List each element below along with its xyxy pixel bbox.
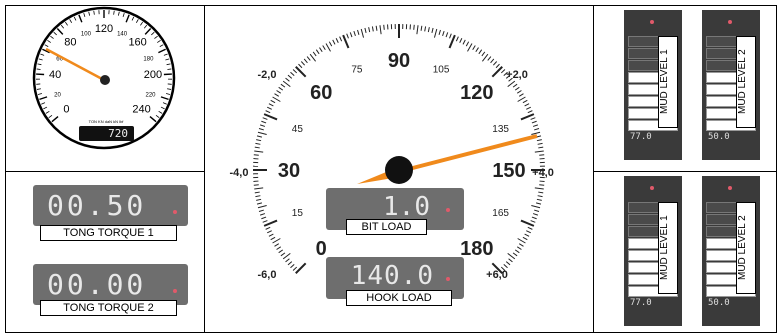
small-gauge-tick-label: 240 xyxy=(132,103,150,115)
small-gauge-tick xyxy=(36,68,41,70)
mud-level-label: MUD LEVEL 2 xyxy=(736,36,756,128)
small-gauge-tick-label: 200 xyxy=(144,69,162,81)
mud-level-panel-bottom: 77.0 MUD LEVEL 1 50.0 MUD LEVEL 2 xyxy=(593,171,777,333)
main-gauge-tick xyxy=(383,24,385,30)
small-gauge-tick-label: 20 xyxy=(54,92,61,98)
bit-load-label: BIT LOAD xyxy=(346,219,427,235)
main-gauge-scale-mark: +6,0 xyxy=(486,269,508,281)
small-gauge-tick-label: 220 xyxy=(146,92,157,98)
mud-level-indicator xyxy=(728,20,732,24)
tong-torque-2-value: 00.00 xyxy=(47,268,147,301)
small-gauge-cell: 0 20 40 60 80 100 120 140 160 180 200 220 240 TON KN… xyxy=(5,5,205,172)
tong-torque-1-indicator xyxy=(173,210,177,214)
small-gauge-tick-label: 0 xyxy=(63,103,69,115)
small-gauge-readout-value: 720 xyxy=(108,127,128,140)
tong-torque-cell: 00.50 TONG TORQUE 1 00.00 TONG TORQUE 2 xyxy=(5,171,205,333)
small-gauge-tick-label: 140 xyxy=(117,31,128,37)
main-gauge-tick-label: 60 xyxy=(310,82,332,104)
hook-load-indicator xyxy=(446,277,450,281)
tong-torque-2-display: 00.00 xyxy=(33,264,188,305)
main-gauge-tick-label: 135 xyxy=(492,124,509,135)
mud-level-panel-top: 77.0 MUD LEVEL 1 50.0 MUD LEVEL 2 xyxy=(593,5,777,172)
hook-load-label: HOOK LOAD xyxy=(346,290,452,306)
main-gauge-tick-label: 150 xyxy=(492,160,525,182)
mud-level-value: 77.0 xyxy=(630,132,652,142)
main-gauge-cell: 0 15 30 45 60 75 90 105 120 135 150 165 180 -2,0 +2,0… xyxy=(204,5,594,333)
tong-torque-2-indicator xyxy=(173,289,177,293)
main-gauge-scale-mark: -2,0 xyxy=(258,69,277,81)
tong-torque-1-label: TONG TORQUE 1 xyxy=(40,225,177,241)
tong-torque-1-display: 00.50 xyxy=(33,185,188,226)
tong-torque-2-label: TONG TORQUE 2 xyxy=(40,300,177,316)
main-gauge-tick-label: 30 xyxy=(278,160,300,182)
mud-level-value: 77.0 xyxy=(630,298,652,308)
main-gauge-tick xyxy=(253,184,259,186)
small-gauge-tick-label: 160 xyxy=(128,36,146,48)
main-gauge-tick-label: 90 xyxy=(388,50,410,72)
mud-level-label: MUD LEVEL 2 xyxy=(736,202,756,294)
mud-level-indicator xyxy=(728,186,732,190)
main-gauge-tick xyxy=(253,154,259,156)
main-gauge-tick-label: 75 xyxy=(351,64,363,75)
main-gauge-scale-mark: +2,0 xyxy=(506,69,528,81)
hook-load-value: 140.0 xyxy=(350,261,434,291)
main-gauge-tick xyxy=(539,184,545,186)
main-gauge-tick xyxy=(413,24,415,30)
main-gauge-scale-mark: +4,0 xyxy=(532,167,554,179)
instrument-grid: 0 20 40 60 80 100 120 140 160 180 200 220 240 TON KN… xyxy=(0,0,777,334)
mud-level-indicator xyxy=(650,20,654,24)
mud-level-label: MUD LEVEL 1 xyxy=(658,202,678,294)
main-gauge-scale-mark: -4,0 xyxy=(230,167,249,179)
main-gauge-tick-label: 15 xyxy=(292,208,304,219)
main-gauge-tick xyxy=(539,154,545,156)
main-gauge-tick-label: 45 xyxy=(292,124,304,135)
mud-level-label: MUD LEVEL 1 xyxy=(658,36,678,128)
bit-load-indicator xyxy=(446,208,450,212)
main-gauge-hub xyxy=(385,156,413,184)
small-gauge-unit: TON KN daN kN lbf xyxy=(89,119,125,124)
small-gauge-tick-label: 100 xyxy=(81,31,92,37)
mud-level-value: 50.0 xyxy=(708,132,730,142)
mud-level-indicator xyxy=(650,186,654,190)
main-gauge-tick-label: 105 xyxy=(433,64,450,75)
bit-load-value: 1.0 xyxy=(383,192,430,222)
small-gauge-tick-label: 40 xyxy=(49,69,61,81)
tong-torque-1-value: 00.50 xyxy=(47,189,147,222)
main-gauge-tick-label: 0 xyxy=(316,238,327,260)
main-gauge-tick-label: 120 xyxy=(460,82,493,104)
mud-level-value: 50.0 xyxy=(708,298,730,308)
small-gauge-tick-label: 80 xyxy=(64,36,76,48)
small-load-gauge: 020406080100 120 140160180200220240 TON KN… xyxy=(32,6,176,150)
small-gauge-tick-label: 180 xyxy=(143,56,154,62)
main-gauge-tick-label: 165 xyxy=(492,208,509,219)
small-gauge-hub xyxy=(100,75,110,85)
main-gauge-tick-label: 180 xyxy=(460,238,493,260)
small-gauge-tick-label: 120 xyxy=(95,23,113,35)
main-gauge-scale-mark: -6,0 xyxy=(258,269,277,281)
small-gauge-tick xyxy=(167,68,172,70)
small-gauge-readout: 720 xyxy=(79,126,134,141)
